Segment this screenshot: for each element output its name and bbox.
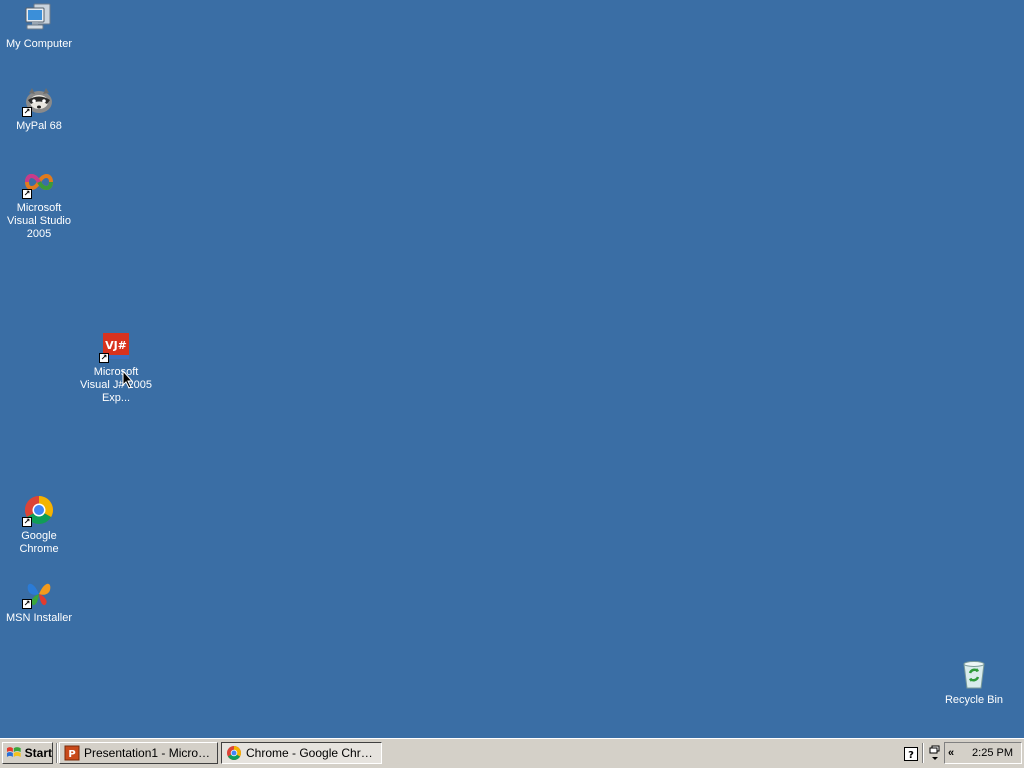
desktop-icon-google-chrome[interactable]: ↗ Google Chrome [0, 494, 78, 556]
msn-butterfly-icon: ↗ [22, 576, 55, 609]
taskbar-separator [922, 743, 924, 763]
shortcut-arrow-icon: ↗ [22, 107, 32, 117]
powerpoint-icon: P [64, 745, 80, 761]
taskbar-separator [56, 743, 58, 763]
mypal-icon: ↗ [22, 84, 55, 117]
shortcut-arrow-icon: ↗ [22, 517, 32, 527]
tray-expand-chevron[interactable]: « [948, 743, 954, 763]
taskbar: Start P Presentation1 - Microsof... Chro… [0, 738, 1024, 768]
tray-clock[interactable]: 2:25 PM [972, 743, 1013, 763]
desktop-icon-msn-installer[interactable]: ↗ MSN Installer [0, 576, 78, 625]
desktop-icon-mypal[interactable]: ↗ MyPal 68 [0, 84, 78, 133]
desktop-icon-label: Microsoft Visual Studio 2005 [6, 202, 71, 240]
desktop-icon-visual-studio[interactable]: ↗ Microsoft Visual Studio 2005 [0, 166, 78, 241]
taskbar-button-powerpoint[interactable]: P Presentation1 - Microsof... [59, 742, 218, 764]
desktop-icon-label: My Computer [5, 38, 73, 50]
desktop-icon-label: MyPal 68 [16, 120, 62, 132]
desktop-icon-my-computer[interactable]: My Computer [0, 2, 78, 51]
shortcut-arrow-icon: ↗ [99, 353, 109, 363]
visual-jsharp-icon: VJ# ↗ [99, 330, 132, 363]
desktop-icon-label: MSN Installer [5, 612, 73, 624]
desktop-icon-visual-jsharp[interactable]: VJ# ↗ Microsoft Visual J# 2005 Exp... [77, 330, 155, 405]
desktop-icon-label: Google Chrome [19, 530, 59, 555]
start-label: Start [24, 746, 52, 760]
shortcut-arrow-icon: ↗ [22, 599, 32, 609]
system-tray: « 2:25 PM [944, 742, 1022, 764]
taskbar-button-label: Presentation1 - Microsof... [84, 746, 217, 760]
my-computer-icon [23, 2, 55, 34]
restore-windows-icon[interactable] [929, 745, 941, 763]
visual-studio-icon: ↗ [22, 166, 55, 199]
recycle-bin-icon [958, 658, 990, 690]
svg-text:?: ? [908, 750, 914, 761]
desktop-icon-label: Recycle Bin [944, 694, 1004, 706]
windows-flag-icon [6, 747, 21, 757]
taskbar-button-label: Chrome - Google Chrome [246, 746, 381, 760]
chrome-icon [227, 746, 241, 760]
help-icon[interactable]: ? [904, 747, 918, 761]
svg-text:P: P [68, 749, 75, 760]
desktop-icon-label: Microsoft Visual J# 2005 Exp... [80, 366, 152, 404]
svg-text:VJ#: VJ# [105, 339, 127, 352]
shortcut-arrow-icon: ↗ [22, 189, 32, 199]
desktop-icon-recycle-bin[interactable]: Recycle Bin [935, 658, 1013, 707]
taskbar-button-chrome[interactable]: Chrome - Google Chrome [221, 742, 382, 764]
desktop: My Computer ↗ MyPal 68 ↗ Microsoft Visua… [0, 0, 1024, 738]
start-button[interactable]: Start [2, 742, 53, 764]
chrome-icon: ↗ [22, 494, 55, 527]
